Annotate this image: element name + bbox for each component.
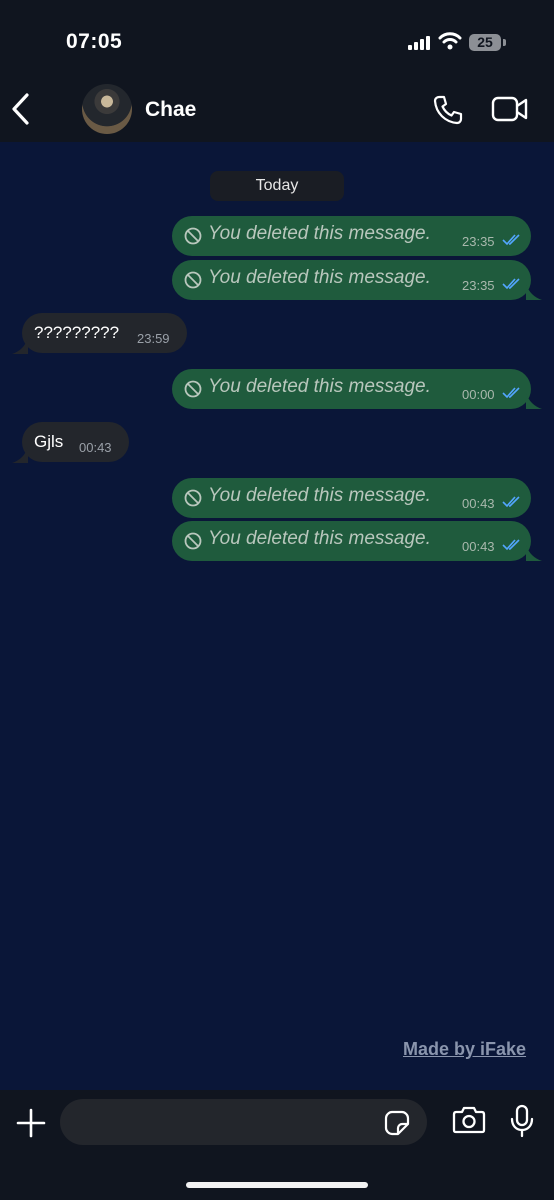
message-text: You deleted this message. [208,528,431,549]
message-bubble-outgoing[interactable]: You deleted this message. 00:43 [172,521,531,561]
wifi-icon [438,32,462,50]
read-ticks-icon [502,496,520,508]
avatar[interactable] [82,84,132,134]
camera-icon[interactable] [452,1105,486,1135]
message-time: 23:59 [137,331,170,346]
read-ticks-icon [502,387,520,399]
bubble-tail-outgoing [526,284,542,300]
message-input[interactable] [60,1099,427,1145]
message-time: 00:43 [462,496,495,511]
message-bubble-incoming[interactable]: ????????? 23:59 [22,313,187,353]
message-time: 23:35 [462,234,495,249]
ban-icon [184,380,202,398]
bubble-tail-incoming [12,447,28,463]
message-time: 00:00 [462,387,495,402]
read-ticks-icon [502,234,520,246]
ban-icon [184,489,202,507]
bubble-tail-outgoing [526,545,542,561]
message-time: 00:43 [462,539,495,554]
battery-nub [503,39,506,46]
chat-header [0,0,554,142]
message-text: You deleted this message. [208,267,431,288]
message-bubble-incoming[interactable]: Gjls 00:43 [22,422,129,462]
date-separator: Today [210,171,344,201]
contact-name[interactable]: Chae [145,98,196,122]
message-bubble-outgoing[interactable]: You deleted this message. 00:00 [172,369,531,409]
signal-icon [408,36,430,50]
sticker-icon[interactable] [384,1110,410,1136]
ban-icon [184,227,202,245]
plus-icon[interactable] [16,1108,46,1138]
bubble-tail-incoming [12,338,28,354]
bubble-tail-outgoing [526,393,542,409]
message-text: Gjls [34,432,64,451]
message-bubble-outgoing[interactable]: You deleted this message. 00:43 [172,478,531,518]
ban-icon [184,532,202,550]
phone-icon[interactable] [432,94,464,126]
watermark-link[interactable]: Made by iFake [403,1039,526,1060]
home-indicator [186,1182,368,1188]
status-time: 07:05 [66,30,123,53]
microphone-icon[interactable] [510,1104,534,1138]
message-time: 00:43 [79,440,112,455]
message-bubble-outgoing[interactable]: You deleted this message. 23:35 [172,260,531,300]
read-ticks-icon [502,539,520,551]
message-text: You deleted this message. [208,223,431,244]
video-call-icon[interactable] [491,96,529,122]
ban-icon [184,271,202,289]
message-time: 23:35 [462,278,495,293]
read-ticks-icon [502,278,520,290]
message-text: You deleted this message. [208,376,431,397]
message-text: You deleted this message. [208,485,431,506]
battery-indicator: 25 [469,34,501,51]
message-bubble-outgoing[interactable]: You deleted this message. 23:35 [172,216,531,256]
back-icon[interactable] [10,92,34,126]
message-text: ????????? [34,323,120,342]
